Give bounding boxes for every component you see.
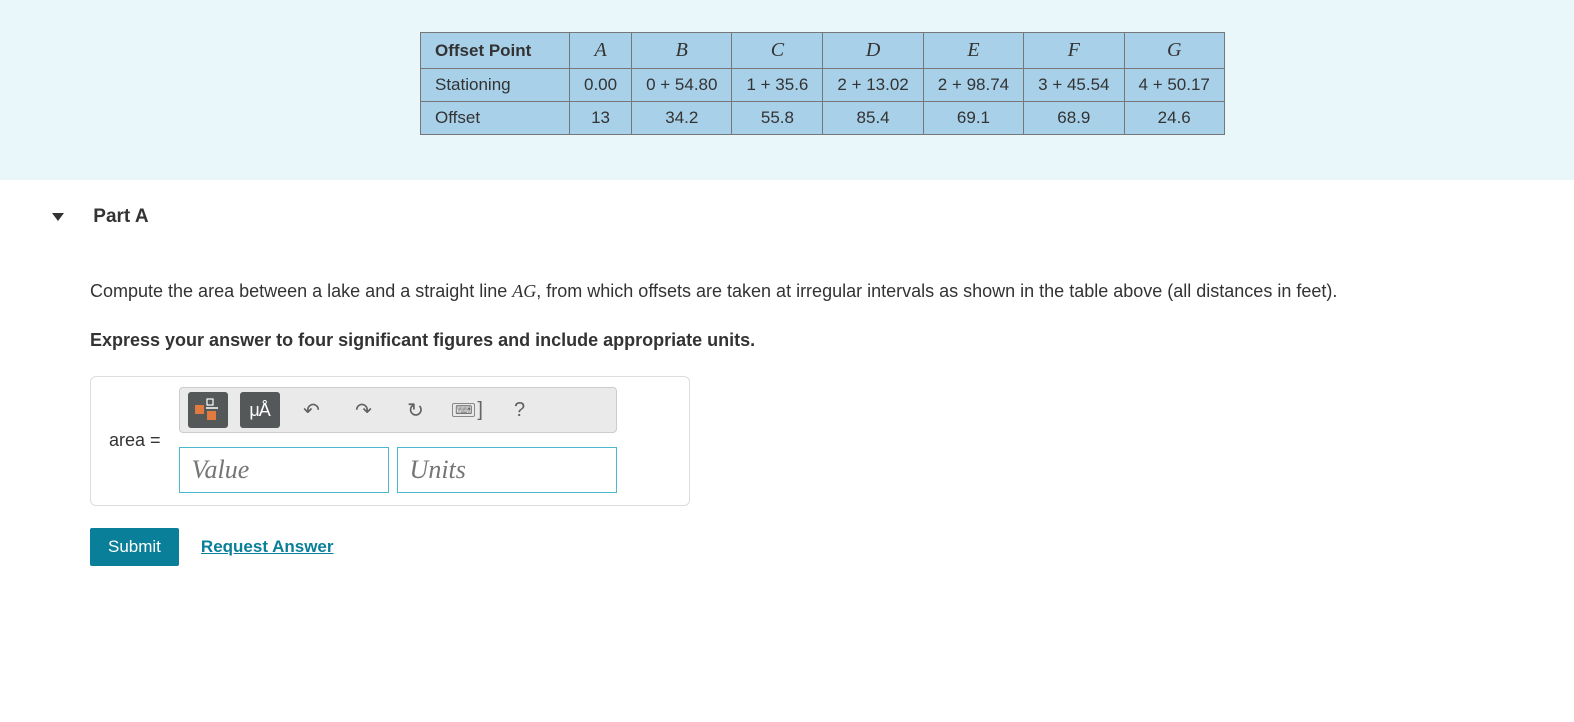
part-label: Part A bbox=[93, 206, 148, 227]
table-row: Offset Point A B C D E F G bbox=[421, 33, 1225, 69]
undo-button[interactable]: ↶ bbox=[292, 392, 332, 428]
request-answer-link[interactable]: Request Answer bbox=[201, 537, 334, 557]
prompt-text: Compute the area between a lake and a st… bbox=[90, 278, 1534, 305]
answer-stack: μÅ ↶ ↷ ↻ ⌨] ? bbox=[179, 387, 617, 493]
cell: 2 + 13.02 bbox=[823, 69, 923, 102]
cell: 0 + 54.80 bbox=[632, 69, 732, 102]
prompt-block: Compute the area between a lake and a st… bbox=[0, 238, 1574, 354]
collapse-triangle-icon[interactable] bbox=[52, 213, 64, 221]
cell: 2 + 98.74 bbox=[923, 69, 1023, 102]
answer-label: area = bbox=[109, 430, 161, 451]
keyboard-button[interactable]: ⌨] bbox=[448, 392, 488, 428]
point-col: E bbox=[923, 33, 1023, 69]
point-col: D bbox=[823, 33, 923, 69]
prompt-post: , from which offsets are taken at irregu… bbox=[536, 281, 1337, 301]
point-col: A bbox=[570, 33, 632, 69]
keyboard-icon: ⌨ bbox=[452, 403, 475, 417]
equation-toolbar: μÅ ↶ ↷ ↻ ⌨] ? bbox=[179, 387, 617, 433]
prompt-line-symbol: AG bbox=[512, 281, 536, 301]
submit-button[interactable]: Submit bbox=[90, 528, 179, 566]
cell: 55.8 bbox=[732, 102, 823, 135]
templates-button[interactable] bbox=[188, 392, 228, 428]
input-row bbox=[179, 447, 617, 493]
answer-box: area = μÅ ↶ ↷ ↻ bbox=[90, 376, 690, 506]
cell: 0.00 bbox=[570, 69, 632, 102]
table-header-label: Offset Point bbox=[421, 33, 570, 69]
cell: 69.1 bbox=[923, 102, 1023, 135]
reset-icon: ↻ bbox=[407, 398, 424, 423]
value-input[interactable] bbox=[179, 447, 389, 493]
help-icon: ? bbox=[514, 399, 525, 422]
help-button[interactable]: ? bbox=[500, 392, 540, 428]
question-info-band: Offset Point A B C D E F G Stationing 0.… bbox=[0, 0, 1574, 180]
cell: 24.6 bbox=[1124, 102, 1224, 135]
cell: 13 bbox=[570, 102, 632, 135]
cell: 1 + 35.6 bbox=[732, 69, 823, 102]
mu-angstrom-icon: μÅ bbox=[249, 400, 269, 421]
submit-row: Submit Request Answer bbox=[90, 528, 1574, 566]
cell: 68.9 bbox=[1024, 102, 1124, 135]
point-col: G bbox=[1124, 33, 1224, 69]
cell: 4 + 50.17 bbox=[1124, 69, 1224, 102]
cell: 34.2 bbox=[632, 102, 732, 135]
units-input[interactable] bbox=[397, 447, 617, 493]
table-row: Offset 13 34.2 55.8 85.4 69.1 68.9 24.6 bbox=[421, 102, 1225, 135]
redo-button[interactable]: ↷ bbox=[344, 392, 384, 428]
cell: 3 + 45.54 bbox=[1024, 69, 1124, 102]
redo-icon: ↷ bbox=[355, 398, 372, 423]
point-col: F bbox=[1024, 33, 1124, 69]
reset-button[interactable]: ↻ bbox=[396, 392, 436, 428]
point-col: C bbox=[732, 33, 823, 69]
cell: 85.4 bbox=[823, 102, 923, 135]
special-chars-button[interactable]: μÅ bbox=[240, 392, 280, 428]
table-row: Stationing 0.00 0 + 54.80 1 + 35.6 2 + 1… bbox=[421, 69, 1225, 102]
row-label: Offset bbox=[421, 102, 570, 135]
bracket-icon: ] bbox=[477, 399, 483, 422]
row-label: Stationing bbox=[421, 69, 570, 102]
offset-table: Offset Point A B C D E F G Stationing 0.… bbox=[420, 32, 1225, 135]
prompt-instructions: Express your answer to four significant … bbox=[90, 327, 1534, 354]
point-col: B bbox=[632, 33, 732, 69]
undo-icon: ↶ bbox=[303, 398, 320, 423]
prompt-pre: Compute the area between a lake and a st… bbox=[90, 281, 512, 301]
part-header[interactable]: Part A bbox=[0, 180, 1574, 238]
